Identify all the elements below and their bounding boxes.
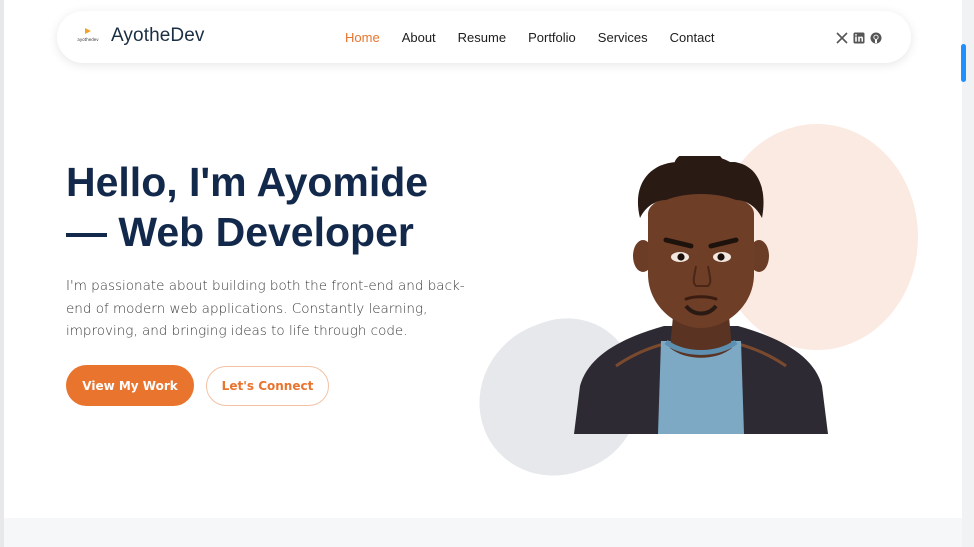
linkedin-icon[interactable] <box>853 32 865 44</box>
brand-logo: ayothedev <box>77 28 99 42</box>
brand-name: AyotheDev <box>111 25 205 46</box>
nav-link-resume[interactable]: Resume <box>458 30 506 45</box>
nav-link-services[interactable]: Services <box>598 30 648 45</box>
hero-title-line-1: Hello, I'm Ayomide <box>66 159 429 205</box>
window-left-edge <box>0 0 4 547</box>
github-icon[interactable] <box>870 32 882 44</box>
hero-title-line-2: — Web Developer <box>66 209 414 255</box>
nav-link-about[interactable]: About <box>402 30 436 45</box>
scrollbar-thumb[interactable] <box>961 44 966 82</box>
x-icon[interactable] <box>836 32 848 44</box>
main-nav: Home About Resume Portfolio Services Con… <box>345 30 736 45</box>
svg-text:ayothedev: ayothedev <box>77 37 99 42</box>
nav-link-contact[interactable]: Contact <box>670 30 715 45</box>
next-section-band <box>4 518 962 547</box>
scrollbar-track[interactable] <box>962 0 974 547</box>
developer-avatar-illustration <box>574 156 828 434</box>
nav-link-portfolio[interactable]: Portfolio <box>528 30 576 45</box>
brand[interactable]: ayothedev AyotheDev <box>77 25 205 47</box>
nav-link-home[interactable]: Home <box>345 30 380 45</box>
hero-description: I'm passionate about building both the f… <box>66 278 465 339</box>
hero-title: Hello, I'm Ayomide — Web Developer <box>66 157 486 257</box>
view-my-work-button[interactable]: View My Work <box>66 365 194 406</box>
social-links <box>836 32 882 44</box>
lets-connect-button[interactable]: Let's Connect <box>206 366 329 406</box>
navbar: ayothedev AyotheDev Home About Resume Po… <box>57 11 911 63</box>
